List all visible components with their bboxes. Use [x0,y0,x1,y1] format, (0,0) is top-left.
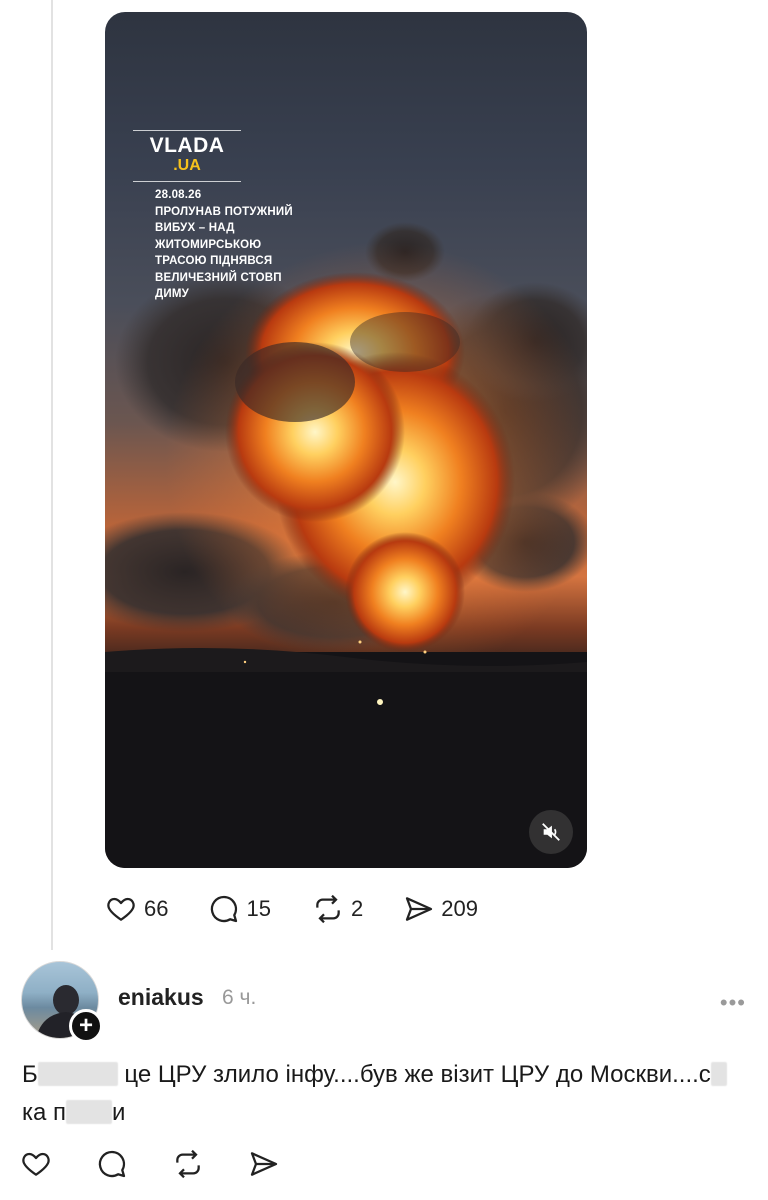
heart-icon [107,897,135,921]
reply-count: 15 [246,896,271,921]
thread-line [51,0,53,950]
post-actions: 66 15 2 209 [104,893,518,925]
reply-like-button[interactable] [20,1148,52,1185]
reply-repost-button[interactable] [172,1148,204,1185]
caption-headline: ПРОЛУНАВ ПОТУЖНИЙ ВИБУХ – НАД ЖИТОМИРСЬК… [155,205,293,301]
reply-actions [20,1148,324,1185]
mute-button[interactable] [529,810,573,854]
reply-username[interactable]: eniakus [118,984,204,1011]
reply-timestamp: 6 ч. [222,986,257,1009]
send-icon [406,897,433,921]
more-options-icon[interactable]: ••• [720,990,746,1016]
logo-rule-bottom [133,181,241,182]
comment-icon [211,895,238,923]
caption-date: 28.08.26 [155,189,202,201]
censored-word [66,1100,113,1124]
reply-text-part: Б [22,1061,38,1088]
censored-word [710,1062,727,1086]
like-count: 66 [144,896,169,921]
share-button[interactable]: 209 [403,893,478,925]
follow-plus-icon[interactable]: + [69,1009,103,1043]
video-media[interactable]: VLADA .UA 28.08.26 ПРОЛУНАВ ПОТУЖНИЙ ВИБ… [105,12,587,868]
reply-avatar[interactable]: + [21,961,103,1043]
video-caption: 28.08.26 ПРОЛУНАВ ПОТУЖНИЙ ВИБУХ – НАД Ж… [155,187,315,303]
repost-icon [176,1149,200,1179]
reply-text-part: ка п [22,1099,67,1126]
censored-word [37,1062,118,1086]
comment-icon [98,1150,126,1178]
reply-button[interactable]: 15 [208,893,271,925]
like-button[interactable]: 66 [104,893,168,925]
send-icon [250,1152,278,1176]
share-count: 209 [441,896,478,921]
reply-share-button[interactable] [248,1148,280,1185]
speaker-muted-icon [542,823,560,841]
heart-icon [22,1152,50,1176]
logo-tld: .UA [173,157,201,174]
vlada-logo: VLADA .UA [133,130,241,182]
reply-text: Б це ЦРУ злило інфу....був же візит ЦРУ … [22,1056,742,1132]
reply-text-part: це ЦРУ злило інфу....був же візит ЦРУ до… [117,1061,711,1088]
reply-comment-button[interactable] [96,1148,128,1185]
repost-icon [316,894,340,924]
repost-button[interactable]: 2 [311,893,363,925]
logo-name: VLADA [149,134,225,157]
repost-count: 2 [350,896,364,921]
reply-text-part: и [112,1099,126,1126]
logo-rule-top [133,130,241,131]
